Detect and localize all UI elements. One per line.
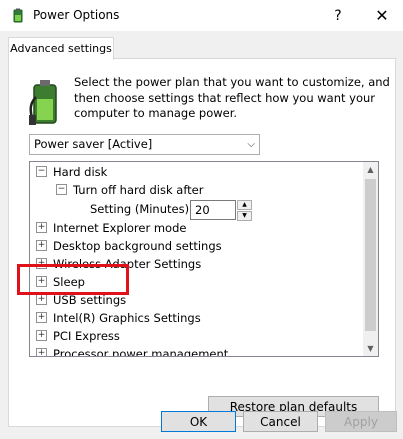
tree-item-hard-disk[interactable]: − Hard disk (36, 163, 107, 181)
help-button[interactable]: ? (328, 6, 348, 26)
setting-minutes-input[interactable]: 20 (190, 200, 236, 220)
battery-plug-icon (29, 80, 57, 125)
cancel-button[interactable]: Cancel (243, 411, 318, 432)
collapse-icon[interactable]: − (36, 166, 47, 177)
dialog-body: Advanced settings Select the power plan … (0, 31, 403, 439)
tree-item-label: Turn off hard disk after (73, 183, 204, 197)
power-options-icon (13, 8, 23, 23)
collapse-icon[interactable]: − (56, 184, 67, 195)
tree-item-processor-power[interactable]: + Processor power management (36, 345, 229, 357)
tree-item-internet-explorer-mode[interactable]: + Internet Explorer mode (36, 219, 186, 237)
vertical-scrollbar[interactable]: ▲ ▼ (363, 162, 378, 356)
tree-item-turn-off-hard-disk[interactable]: − Turn off hard disk after (56, 181, 203, 199)
power-plan-select[interactable]: Power saver [Active] ⌵ (29, 134, 260, 155)
ok-button[interactable]: OK (161, 411, 236, 432)
tree-item-label: Hard disk (53, 165, 108, 179)
scroll-up-icon[interactable]: ▲ (363, 162, 378, 177)
highlight-box (17, 264, 129, 295)
window-title: Power Options (33, 8, 120, 22)
expand-icon[interactable]: + (36, 330, 47, 341)
setting-minutes-value: 20 (195, 203, 210, 217)
expand-icon[interactable]: + (36, 348, 47, 356)
tree-item-label: USB settings (53, 293, 127, 307)
close-button[interactable]: ✕ (372, 6, 392, 26)
spin-down-icon[interactable]: ▼ (237, 211, 252, 221)
tab-advanced-settings[interactable]: Advanced settings (8, 37, 114, 60)
minutes-spinner[interactable]: ▲ ▼ (237, 200, 252, 221)
title-bar: Power Options ? ✕ (0, 0, 403, 31)
tree-item-label: PCI Express (53, 329, 120, 343)
tree-item-label: Intel(R) Graphics Settings (53, 311, 201, 325)
expand-icon[interactable]: + (36, 240, 47, 251)
settings-tree[interactable]: − Hard disk − Turn off hard disk after Set… (29, 161, 379, 357)
tree-item-pci-express[interactable]: + PCI Express (36, 327, 120, 345)
tree-item-label: Processor power management (53, 347, 229, 357)
setting-minutes-label: Setting (Minutes): (90, 202, 193, 216)
power-plan-select-value: Power saver [Active] (34, 137, 153, 151)
tree-item-desktop-background[interactable]: + Desktop background settings (36, 237, 222, 255)
scroll-thumb[interactable] (365, 179, 376, 331)
tree-item-intel-graphics[interactable]: + Intel(R) Graphics Settings (36, 309, 201, 327)
apply-button[interactable]: Apply (325, 411, 397, 432)
expand-icon[interactable]: + (36, 222, 47, 233)
scroll-down-icon[interactable]: ▼ (363, 341, 378, 356)
spin-up-icon[interactable]: ▲ (237, 200, 252, 210)
tree-item-label: Internet Explorer mode (53, 221, 187, 235)
expand-icon[interactable]: + (36, 294, 47, 305)
expand-icon[interactable]: + (36, 312, 47, 323)
description-text: Select the power plan that you want to c… (74, 75, 390, 120)
tree-item-label: Desktop background settings (53, 239, 222, 253)
chevron-down-icon: ⌵ (247, 139, 255, 150)
